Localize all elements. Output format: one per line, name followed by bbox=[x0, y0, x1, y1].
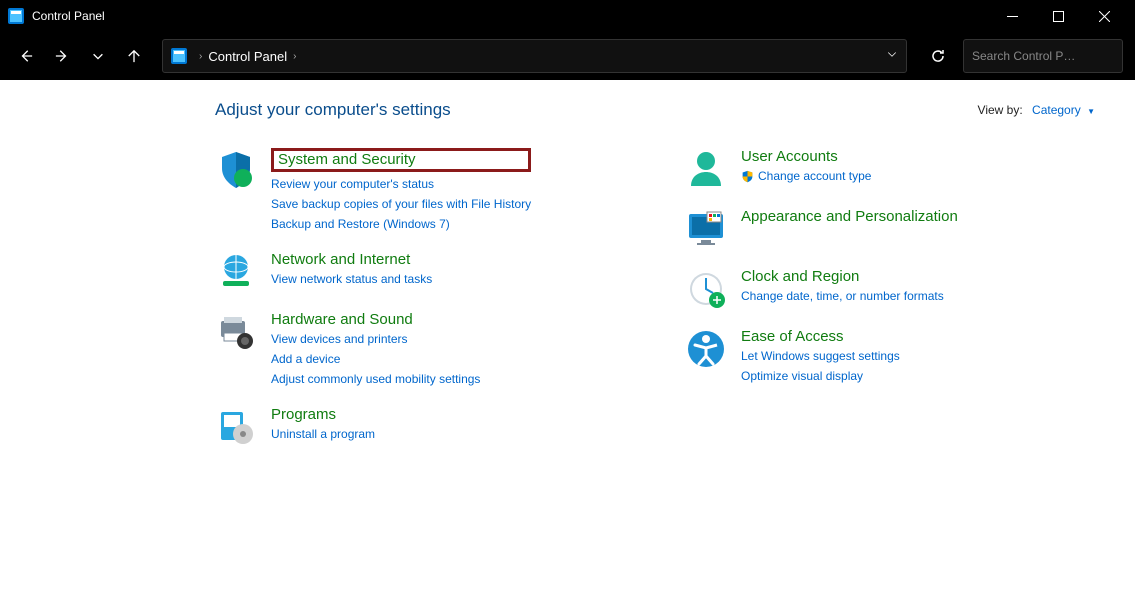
close-button[interactable] bbox=[1081, 0, 1127, 32]
printer-icon bbox=[215, 311, 257, 353]
task-link[interactable]: View network status and tasks bbox=[271, 270, 432, 288]
category-appearance: Appearance and Personalization bbox=[685, 208, 1095, 250]
monitor-icon bbox=[685, 208, 727, 250]
refresh-button[interactable] bbox=[921, 39, 955, 73]
category-programs: Programs Uninstall a program bbox=[215, 406, 625, 448]
uac-shield-icon bbox=[741, 170, 754, 183]
category-link-programs[interactable]: Programs bbox=[271, 406, 375, 423]
category-link-clock[interactable]: Clock and Region bbox=[741, 268, 944, 285]
titlebar: Control Panel bbox=[0, 0, 1135, 32]
breadcrumb-root[interactable]: Control Panel bbox=[208, 49, 287, 64]
task-link[interactable]: Adjust commonly used mobility settings bbox=[271, 370, 480, 388]
page-heading: Adjust your computer's settings bbox=[215, 100, 451, 120]
navbar: › Control Panel › Search Control P… bbox=[0, 32, 1135, 80]
task-link[interactable]: Change account type bbox=[741, 167, 871, 185]
clock-icon bbox=[685, 268, 727, 310]
task-link[interactable]: Uninstall a program bbox=[271, 425, 375, 443]
category-link-hardware[interactable]: Hardware and Sound bbox=[271, 311, 480, 328]
view-by-control[interactable]: View by: Category ▼ bbox=[978, 103, 1095, 117]
view-by-value: Category bbox=[1032, 103, 1081, 117]
window-controls bbox=[989, 0, 1127, 32]
address-dropdown[interactable] bbox=[886, 47, 898, 65]
address-bar[interactable]: › Control Panel › bbox=[162, 39, 907, 73]
window: Control Panel › Control Panel › Search C… bbox=[0, 0, 1135, 596]
globe-icon bbox=[215, 251, 257, 293]
category-system-security: System and Security Review your computer… bbox=[215, 148, 625, 233]
task-link[interactable]: Change date, time, or number formats bbox=[741, 287, 944, 305]
category-user-accounts: User Accounts Change account type bbox=[685, 148, 1095, 190]
search-placeholder: Search Control P… bbox=[972, 49, 1075, 63]
maximize-button[interactable] bbox=[1035, 0, 1081, 32]
accessibility-icon bbox=[685, 328, 727, 370]
category-hardware: Hardware and Sound View devices and prin… bbox=[215, 311, 625, 388]
right-column: User Accounts Change account type bbox=[685, 148, 1095, 448]
category-link-user-accounts[interactable]: User Accounts bbox=[741, 148, 871, 165]
user-icon bbox=[685, 148, 727, 190]
left-column: System and Security Review your computer… bbox=[215, 148, 625, 448]
header-row: Adjust your computer's settings View by:… bbox=[215, 100, 1095, 120]
task-link[interactable]: Save backup copies of your files with Fi… bbox=[271, 195, 531, 213]
category-link-appearance[interactable]: Appearance and Personalization bbox=[741, 208, 958, 225]
category-link-network[interactable]: Network and Internet bbox=[271, 251, 432, 268]
category-ease-of-access: Ease of Access Let Windows suggest setti… bbox=[685, 328, 1095, 385]
chevron-down-icon: ▼ bbox=[1087, 107, 1095, 116]
minimize-button[interactable] bbox=[989, 0, 1035, 32]
category-link-ease-of-access[interactable]: Ease of Access bbox=[741, 328, 900, 345]
window-title: Control Panel bbox=[32, 9, 989, 23]
address-icon bbox=[171, 48, 187, 64]
content-area: Adjust your computer's settings View by:… bbox=[0, 80, 1135, 596]
task-link[interactable]: Let Windows suggest settings bbox=[741, 347, 900, 365]
back-button[interactable] bbox=[12, 42, 40, 70]
category-grid: System and Security Review your computer… bbox=[215, 148, 1095, 448]
task-link[interactable]: Backup and Restore (Windows 7) bbox=[271, 215, 531, 233]
up-button[interactable] bbox=[120, 42, 148, 70]
category-network: Network and Internet View network status… bbox=[215, 251, 625, 293]
task-link[interactable]: Add a device bbox=[271, 350, 480, 368]
forward-button[interactable] bbox=[48, 42, 76, 70]
task-link[interactable]: View devices and printers bbox=[271, 330, 480, 348]
highlight-box: System and Security bbox=[271, 148, 531, 172]
programs-icon bbox=[215, 406, 257, 448]
shield-icon bbox=[215, 148, 257, 190]
task-link-label: Change account type bbox=[758, 167, 871, 185]
control-panel-icon bbox=[8, 8, 24, 24]
task-link[interactable]: Optimize visual display bbox=[741, 367, 900, 385]
chevron-right-icon: › bbox=[199, 51, 202, 62]
category-link-system-security[interactable]: System and Security bbox=[278, 151, 416, 168]
chevron-right-icon: › bbox=[293, 51, 296, 62]
task-link[interactable]: Review your computer's status bbox=[271, 175, 531, 193]
view-by-label: View by: bbox=[978, 103, 1023, 117]
category-clock: Clock and Region Change date, time, or n… bbox=[685, 268, 1095, 310]
recent-dropdown[interactable] bbox=[84, 42, 112, 70]
search-input[interactable]: Search Control P… bbox=[963, 39, 1123, 73]
